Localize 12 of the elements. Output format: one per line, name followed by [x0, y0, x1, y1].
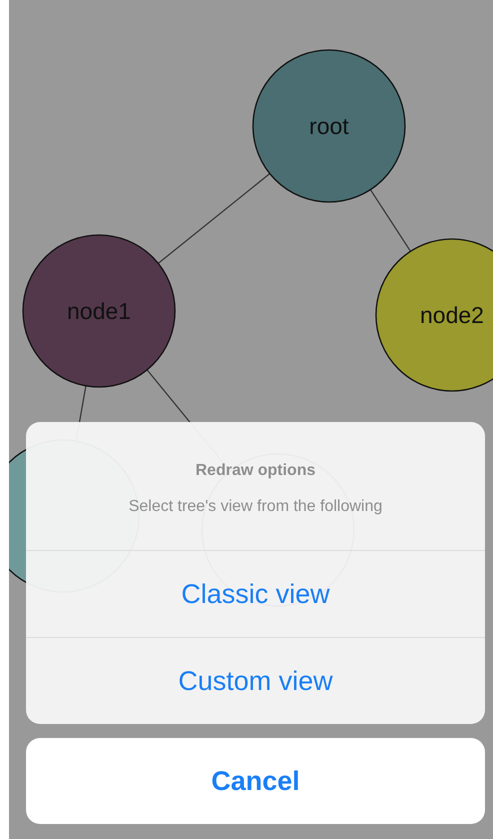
tree-node[interactable]	[22, 234, 176, 388]
action-option[interactable]: Classic view	[26, 550, 485, 637]
node-label: node2	[420, 302, 484, 328]
cancel-button[interactable]: Cancel	[26, 738, 485, 824]
tree-node[interactable]	[252, 49, 406, 203]
node-label: root	[309, 113, 349, 139]
node-label: node1	[67, 298, 131, 324]
action-option[interactable]: Custom view	[26, 637, 485, 724]
sheet-message: Select tree's view from the following	[128, 498, 382, 516]
tree-node[interactable]	[375, 238, 493, 392]
sheet-title: Redraw options	[195, 462, 316, 480]
edge-line	[370, 189, 412, 252]
